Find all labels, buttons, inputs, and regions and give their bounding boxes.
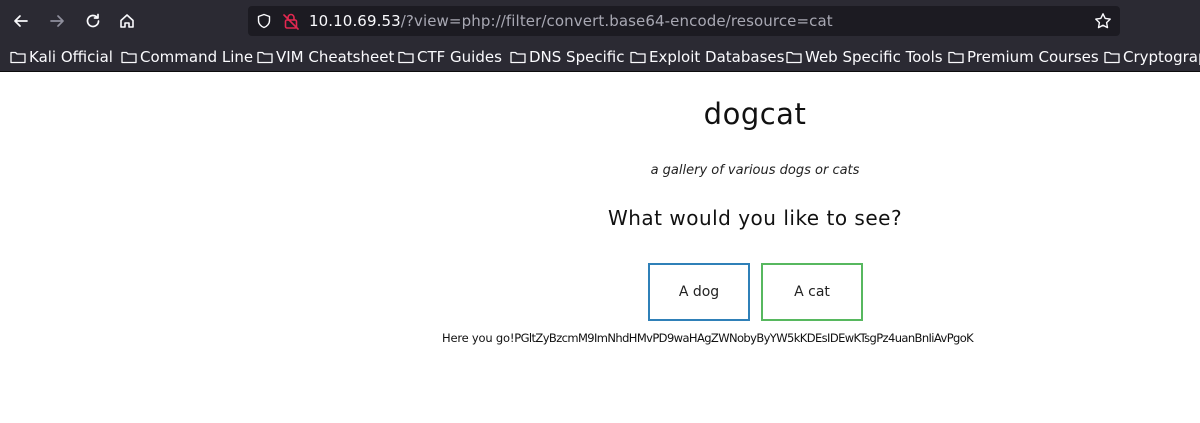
- url-path: /?view=php://filter/convert.base64-encod…: [400, 12, 833, 30]
- bookmark-item[interactable]: Premium Courses: [948, 47, 1099, 67]
- url-host: 10.10.69.53: [309, 12, 401, 30]
- page-content: dogcat a gallery of various dogs or cats…: [0, 72, 1200, 423]
- output-prefix: Here you go!: [442, 331, 515, 345]
- bookmark-label: Command Line: [140, 48, 254, 66]
- bookmark-label: Exploit Databases: [649, 48, 785, 66]
- bookmark-label: CTF Guides: [417, 48, 502, 66]
- reload-icon[interactable]: [81, 9, 105, 33]
- bookmarks-toolbar: Kali Official Command Line VIM Cheatshee…: [0, 42, 1200, 72]
- dog-button[interactable]: A dog: [648, 263, 750, 321]
- cat-button[interactable]: A cat: [761, 263, 863, 321]
- folder-icon: [398, 51, 414, 64]
- bookmark-label: Premium Courses: [967, 48, 1099, 66]
- bookmark-item[interactable]: Exploit Databases: [630, 47, 784, 67]
- output-text: Here you go!PGltZyBzcmM9ImNhdHMvPD9waHAg…: [442, 331, 974, 345]
- folder-icon: [630, 51, 646, 64]
- folder-icon: [948, 51, 964, 64]
- browser-toolbar: 10.10.69.53/?view=php://filter/convert.b…: [0, 0, 1200, 42]
- folder-icon: [10, 51, 26, 64]
- folder-icon: [786, 51, 802, 64]
- folder-icon: [121, 51, 137, 64]
- bookmark-item[interactable]: Web Specific Tools: [786, 47, 943, 67]
- site-subtitle: a gallery of various dogs or cats: [650, 163, 860, 178]
- bookmark-item[interactable]: Kali Official: [10, 47, 113, 67]
- bookmark-item[interactable]: DNS Specific: [510, 47, 624, 67]
- bookmark-item[interactable]: Cryptograp: [1104, 47, 1200, 67]
- bookmark-label: DNS Specific: [529, 48, 625, 66]
- url-text[interactable]: 10.10.69.53/?view=php://filter/convert.b…: [309, 12, 833, 30]
- home-icon[interactable]: [115, 9, 139, 33]
- back-arrow-icon[interactable]: [9, 9, 33, 33]
- bookmark-label: VIM Cheatsheet: [276, 48, 395, 66]
- bookmark-label: Web Specific Tools: [805, 48, 943, 66]
- bookmark-item[interactable]: CTF Guides: [398, 47, 502, 67]
- bookmark-star-icon[interactable]: [1094, 12, 1112, 30]
- bookmark-item[interactable]: VIM Cheatsheet: [257, 47, 394, 67]
- tracking-protection-shield-icon[interactable]: [256, 13, 272, 29]
- bookmark-label: Cryptograp: [1123, 48, 1200, 66]
- folder-icon: [1104, 51, 1120, 64]
- bookmark-label: Kali Official: [29, 48, 113, 66]
- folder-icon: [257, 51, 273, 64]
- question-heading: What would you like to see?: [607, 206, 903, 230]
- forward-arrow-icon[interactable]: [45, 9, 69, 33]
- address-bar[interactable]: 10.10.69.53/?view=php://filter/convert.b…: [248, 6, 1120, 36]
- site-title: dogcat: [703, 97, 807, 131]
- insecure-lock-icon[interactable]: [282, 12, 300, 30]
- base64-payload: PGltZyBzcmM9ImNhdHMvPD9waHAgZWNobyByYW5k…: [514, 331, 974, 345]
- folder-icon: [510, 51, 526, 64]
- bookmark-item[interactable]: Command Line: [121, 47, 253, 67]
